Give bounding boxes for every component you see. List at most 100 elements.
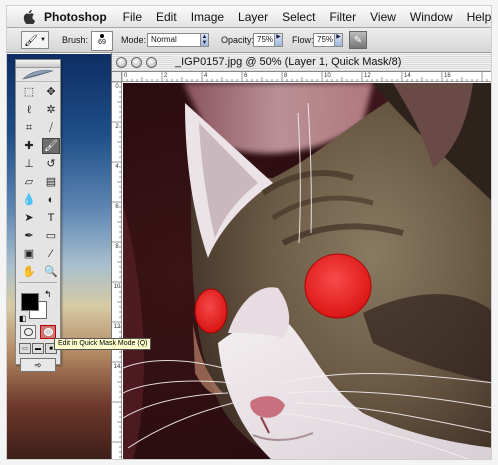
ruler-label: 6 <box>244 73 248 79</box>
document-window: _IGP0157.jpg @ 50% (Layer 1, Quick Mask/… <box>111 53 491 459</box>
standard-screen-mode-button[interactable]: ▭ <box>19 343 31 354</box>
brush-picker[interactable]: 69 <box>91 31 113 51</box>
brush-label: Brush: <box>62 35 89 45</box>
move-tool[interactable]: ✥ <box>42 84 60 100</box>
brush-size: 69 <box>98 39 106 46</box>
image-canvas[interactable] <box>123 83 491 459</box>
magic-wand-tool[interactable]: ✲ <box>42 102 60 118</box>
default-colors-icon[interactable]: ◧ <box>19 314 27 323</box>
ruler-label: 12 <box>364 73 371 79</box>
standard-mode-button[interactable] <box>20 325 36 339</box>
flow-value: 75% <box>317 35 334 44</box>
ruler-label: 10 <box>113 284 121 290</box>
jump-to-imageready-button[interactable]: ➾ <box>20 358 56 372</box>
feather-icon <box>22 69 54 79</box>
foreground-color-swatch[interactable] <box>21 293 39 311</box>
minimize-window-button[interactable] <box>131 56 142 68</box>
brush-tool[interactable]: 🖌 <box>42 138 60 154</box>
ruler-label: 0 <box>124 73 128 79</box>
ruler-label: 6 <box>115 204 119 210</box>
ruler-label: 4 <box>204 73 208 79</box>
toolbox-titlebar[interactable] <box>16 60 60 68</box>
opacity-value: 75% <box>257 35 274 44</box>
shape-tool[interactable]: ▭ <box>42 228 60 244</box>
path-selection-tool[interactable]: ➤ <box>20 210 38 226</box>
gradient-tool[interactable]: ▤ <box>42 174 60 190</box>
jump-to-imageready-row: ➾ <box>16 356 60 374</box>
type-tool[interactable]: T <box>42 210 60 226</box>
menu-bar: Photoshop File Edit Image Layer Select F… <box>7 6 491 28</box>
ruler-label: 12 <box>113 324 121 330</box>
chevron-down-icon: ▼ <box>40 37 46 43</box>
imageready-icon: ➾ <box>34 359 42 370</box>
slider-arrow-icon[interactable]: ▶ <box>334 34 342 46</box>
quick-mask-mode-button[interactable] <box>40 325 56 339</box>
ruler-label: 4 <box>115 164 119 170</box>
apple-icon[interactable] <box>23 9 36 25</box>
toolbox-palette: ⬚ ✥ ℓ ✲ ⌗ ⧸ ✚ 🖌 ⊥ ↺ ▱ ▤ 💧 ◐ ➤ T ✒ ▭ ▣ ⁄ ✋ 🔍 ↰ ◧ ▭ ▬ ■ ➾ <box>15 59 61 372</box>
menu-layer[interactable]: Layer <box>238 10 268 24</box>
stepper-arrows-icon: ▲ ▼ <box>200 34 208 46</box>
full-screen-menu-mode-button[interactable]: ▬ <box>32 343 44 354</box>
opacity-field[interactable]: 75% ▶ <box>253 33 283 47</box>
menu-view[interactable]: View <box>370 10 396 24</box>
slice-tool[interactable]: ⧸ <box>42 120 60 136</box>
divider <box>19 282 57 283</box>
dodge-tool[interactable]: ◐ <box>42 192 60 208</box>
close-window-button[interactable] <box>116 56 127 68</box>
healing-brush-tool[interactable]: ✚ <box>20 138 38 154</box>
tool-grid: ⬚ ✥ ℓ ✲ ⌗ ⧸ ✚ 🖌 ⊥ ↺ ▱ ▤ 💧 ◐ ➤ T ✒ ▭ ▣ ⁄ ✋ 🔍 <box>16 82 60 280</box>
menu-edit[interactable]: Edit <box>156 10 177 24</box>
ruler-label: 10 <box>324 73 331 79</box>
clone-stamp-tool[interactable]: ⊥ <box>20 156 38 172</box>
mode-label: Mode: <box>121 35 147 45</box>
hand-tool[interactable]: ✋ <box>20 264 38 280</box>
opacity-label: Opacity: <box>221 35 255 45</box>
pen-tool[interactable]: ✒ <box>20 228 38 244</box>
color-swatches: ↰ ◧ <box>16 287 60 323</box>
mode-value: Normal <box>151 35 177 44</box>
ruler-ticks <box>122 72 488 82</box>
menu-image[interactable]: Image <box>191 10 224 24</box>
notes-tool[interactable]: ▣ <box>20 246 38 262</box>
crop-tool[interactable]: ⌗ <box>20 120 38 136</box>
menu-help[interactable]: Help <box>467 10 491 24</box>
marquee-tool[interactable]: ⬚ <box>20 84 38 100</box>
airbrush-button[interactable]: ✎ <box>349 31 367 49</box>
menu-select[interactable]: Select <box>282 10 315 24</box>
ruler-label: 16 <box>444 73 451 79</box>
flow-field[interactable]: 75% ▶ <box>313 33 343 47</box>
lasso-tool[interactable]: ℓ <box>20 102 38 118</box>
slider-arrow-icon[interactable]: ▶ <box>274 34 282 46</box>
cat-photo <box>123 83 491 459</box>
options-bar: 🖌 ▼ Brush: 69 Mode: Normal ▲ ▼ Opacity: 7… <box>7 28 491 53</box>
eyedropper-tool[interactable]: ⁄ <box>42 246 60 262</box>
ruler-label: 2 <box>164 73 168 79</box>
mode-select[interactable]: Normal ▲ ▼ <box>147 33 209 47</box>
adobe-online-button[interactable] <box>16 68 60 82</box>
ruler-label: 2 <box>115 124 119 130</box>
quick-mask-icon <box>43 328 53 336</box>
zoom-tool[interactable]: 🔍 <box>42 264 60 280</box>
menu-filter[interactable]: Filter <box>329 10 356 24</box>
menu-file[interactable]: File <box>123 10 142 24</box>
horizontal-ruler[interactable]: 0 2 4 6 8 10 12 14 16 <box>122 72 491 82</box>
blur-tool[interactable]: 💧 <box>20 192 38 208</box>
tooltip: Edit in Quick Mask Mode (Q) <box>54 338 152 350</box>
document-title: _IGP0157.jpg @ 50% (Layer 1, Quick Mask/… <box>172 56 405 68</box>
standard-mode-icon <box>23 328 33 336</box>
history-brush-tool[interactable]: ↺ <box>42 156 60 172</box>
menu-photoshop[interactable]: Photoshop <box>44 10 107 24</box>
tool-preset-picker[interactable]: 🖌 ▼ <box>21 31 49 49</box>
zoom-window-button[interactable] <box>146 56 157 68</box>
document-titlebar[interactable]: _IGP0157.jpg @ 50% (Layer 1, Quick Mask/… <box>112 53 491 72</box>
ruler-ticks <box>112 82 122 458</box>
ruler-origin[interactable] <box>112 72 122 82</box>
ruler-label: 8 <box>284 73 288 79</box>
ruler-label: 14 <box>404 73 411 79</box>
menu-window[interactable]: Window <box>410 10 453 24</box>
swap-colors-icon[interactable]: ↰ <box>44 289 52 300</box>
eraser-tool[interactable]: ▱ <box>20 174 38 190</box>
vertical-ruler[interactable]: 0 2 4 6 8 10 12 14 <box>112 82 122 459</box>
brush-icon: 🖌 <box>24 34 38 47</box>
